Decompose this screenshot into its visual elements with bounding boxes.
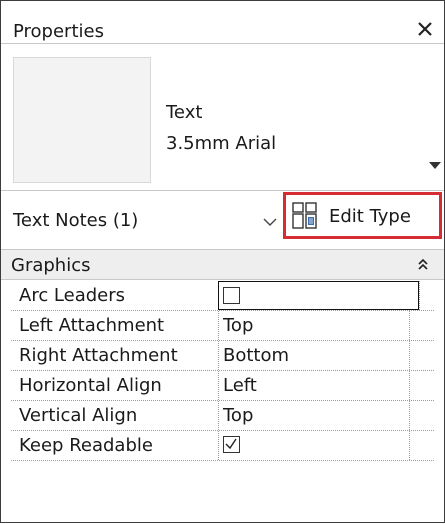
property-name-cell: Keep Readable: [11, 431, 219, 460]
property-value: Bottom: [223, 345, 290, 366]
property-name: Right Attachment: [19, 345, 178, 366]
type-preview-thumbnail: [13, 57, 151, 183]
property-name-cell: Arc Leaders: [11, 281, 219, 310]
property-extra-cell: [409, 311, 434, 340]
property-name-cell: Right Attachment: [11, 341, 219, 370]
property-row-arc-leaders[interactable]: Arc Leaders: [11, 281, 434, 311]
property-name: Keep Readable: [19, 435, 153, 456]
property-extra-cell: [409, 341, 434, 370]
property-row-vertical-align[interactable]: Vertical Align Top: [11, 401, 434, 431]
property-value: Left: [223, 375, 257, 396]
palette-title-bar: Properties: [1, 0, 444, 44]
type-selector[interactable]: Text 3.5mm Arial: [1, 44, 444, 191]
property-name-cell: Left Attachment: [11, 311, 219, 340]
collapse-icon[interactable]: [416, 257, 430, 273]
properties-grid: Arc Leaders Left Attachment Top Right At…: [11, 281, 434, 461]
property-extra-cell: [419, 281, 434, 310]
property-value-cell[interactable]: Top: [219, 311, 409, 340]
property-value-cell[interactable]: [219, 431, 409, 460]
property-extra-cell: [409, 431, 434, 460]
properties-palette: Properties Text 3.5mm Arial Text Notes (…: [0, 0, 445, 523]
dropdown-arrow-icon[interactable]: [429, 162, 441, 170]
property-value-cell[interactable]: Top: [219, 401, 409, 430]
section-header-graphics[interactable]: Graphics: [1, 250, 444, 280]
section-title: Graphics: [11, 255, 91, 276]
property-name: Horizontal Align: [19, 375, 162, 396]
arc-leaders-checkbox[interactable]: [223, 287, 240, 304]
property-name-cell: Horizontal Align: [11, 371, 219, 400]
palette-title: Properties: [13, 21, 104, 42]
property-row-keep-readable[interactable]: Keep Readable: [11, 431, 434, 461]
edit-type-icon: [292, 202, 317, 229]
property-value-cell[interactable]: Left: [219, 371, 409, 400]
property-extra-cell: [409, 401, 434, 430]
property-name: Left Attachment: [19, 315, 165, 336]
property-row-right-attachment[interactable]: Right Attachment Bottom: [11, 341, 434, 371]
edit-type-button[interactable]: Edit Type: [283, 192, 442, 239]
property-name-cell: Vertical Align: [11, 401, 219, 430]
checkmark-icon: [225, 438, 237, 450]
property-value-cell[interactable]: Bottom: [219, 341, 409, 370]
property-name: Arc Leaders: [19, 285, 126, 306]
instance-filter-dropdown[interactable]: Text Notes (1): [11, 192, 287, 250]
type-family-label: Text: [166, 102, 203, 123]
property-row-horizontal-align[interactable]: Horizontal Align Left: [11, 371, 434, 401]
close-icon[interactable]: [414, 18, 436, 40]
chevron-down-icon[interactable]: [263, 217, 277, 227]
type-name-label: 3.5mm Arial: [166, 133, 277, 154]
property-value: Top: [223, 405, 254, 426]
edit-type-label: Edit Type: [329, 206, 411, 227]
property-name: Vertical Align: [19, 405, 138, 426]
keep-readable-checkbox[interactable]: [223, 436, 240, 453]
property-row-left-attachment[interactable]: Left Attachment Top: [11, 311, 434, 341]
property-value: Top: [223, 315, 254, 336]
instance-filter-label: Text Notes (1): [13, 210, 139, 231]
property-value-cell[interactable]: [218, 281, 419, 310]
instance-selector-row: Text Notes (1) Edit Type: [1, 192, 444, 250]
property-extra-cell: [409, 371, 434, 400]
